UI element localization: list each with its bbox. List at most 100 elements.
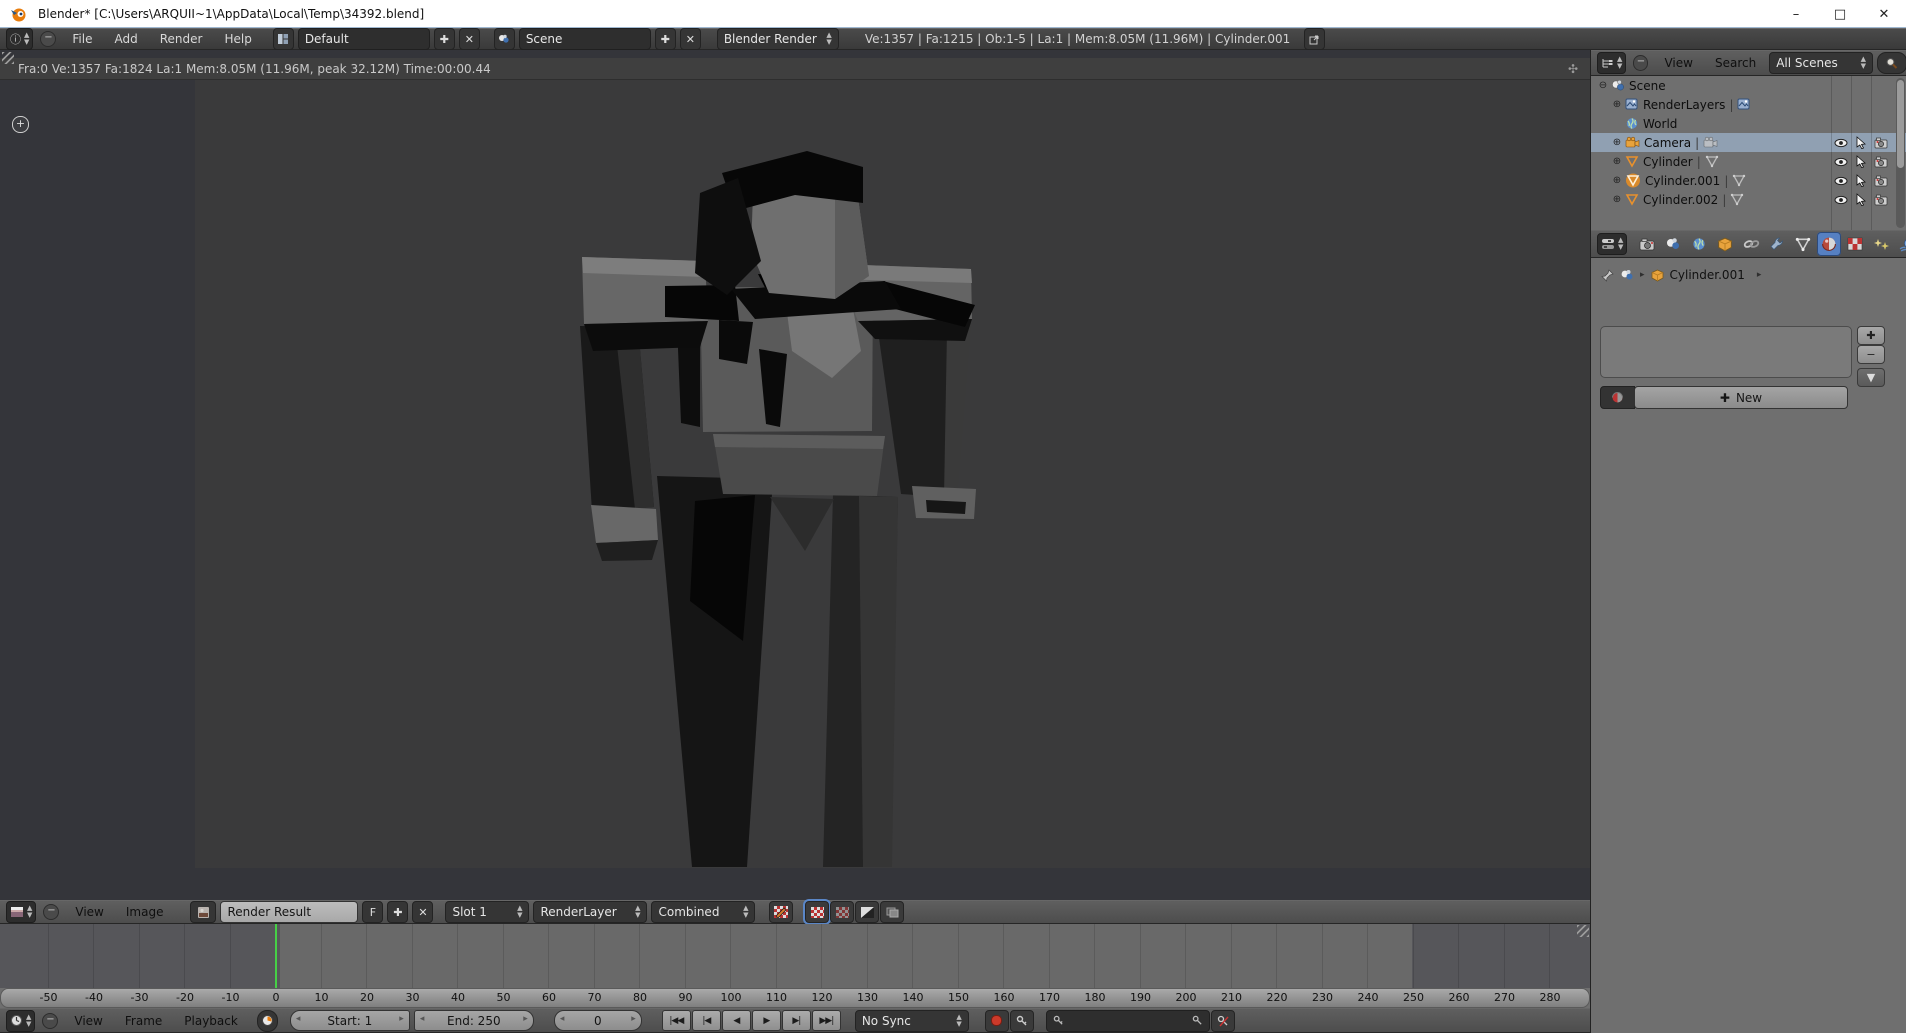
tab-world[interactable] bbox=[1687, 232, 1711, 256]
add-layout-button[interactable]: ✚ bbox=[434, 28, 455, 50]
jump-to-end-button[interactable]: ▶▶| bbox=[812, 1010, 841, 1031]
scene-field[interactable]: Scene bbox=[519, 28, 651, 50]
material-specials-menu-button[interactable]: ▼ bbox=[1857, 368, 1885, 387]
tab-modifiers[interactable] bbox=[1765, 232, 1789, 256]
outliner-row-scene[interactable]: ⊖Scene bbox=[1591, 76, 1906, 95]
pin-icon[interactable] bbox=[1601, 269, 1614, 282]
new-image-button[interactable]: ✚ bbox=[387, 901, 408, 923]
outliner-row-camera[interactable]: ⊕Camera| bbox=[1591, 133, 1906, 152]
camera-restrict-icon[interactable] bbox=[1872, 133, 1890, 152]
close-button[interactable]: ✕ bbox=[1862, 0, 1906, 28]
collapse-menus-button[interactable]: − bbox=[1633, 55, 1648, 71]
outliner-row-cylinder.002[interactable]: ⊕Cylinder.002| bbox=[1591, 190, 1906, 209]
render-pass-select[interactable]: Combined▲▼ bbox=[651, 901, 755, 923]
unlink-image-button[interactable]: ✕ bbox=[412, 901, 433, 923]
add-scene-button[interactable]: ✚ bbox=[655, 28, 676, 50]
camera-restrict-icon[interactable] bbox=[1872, 171, 1890, 190]
next-keyframe-button[interactable]: ▶| bbox=[782, 1010, 811, 1031]
editor-type-image-button[interactable]: ▲▼ bbox=[6, 901, 36, 923]
camera-restrict-icon[interactable] bbox=[1872, 152, 1890, 171]
auto-keyframe-record-icon[interactable] bbox=[985, 1010, 1009, 1032]
image-paint-icon[interactable] bbox=[769, 901, 793, 923]
scenes-filter-select[interactable]: All Scenes▲▼ bbox=[1769, 52, 1873, 74]
expander-icon[interactable]: ⊕ bbox=[1611, 137, 1623, 148]
delete-keyframe-icon[interactable] bbox=[1211, 1010, 1235, 1032]
channels-alpha-icon[interactable] bbox=[855, 901, 879, 923]
cursor-icon[interactable] bbox=[1852, 133, 1870, 152]
timeline-track[interactable] bbox=[0, 924, 1590, 988]
play-reverse-button[interactable]: ◀ bbox=[722, 1010, 751, 1031]
outliner-item-label[interactable]: Cylinder bbox=[1643, 155, 1693, 169]
menu-add[interactable]: Add bbox=[105, 30, 146, 48]
outliner-row-cylinder[interactable]: ⊕Cylinder| bbox=[1591, 152, 1906, 171]
menu-help[interactable]: Help bbox=[215, 30, 260, 48]
scene-icon[interactable] bbox=[494, 28, 515, 50]
current-frame-field[interactable]: ◂0▸ bbox=[554, 1010, 642, 1031]
browse-material-button[interactable] bbox=[1600, 386, 1635, 409]
jump-to-start-button[interactable]: |◀◀ bbox=[662, 1010, 691, 1031]
editor-type-info-button[interactable]: ⓘ ▲▼ bbox=[6, 28, 33, 50]
channels-rgba-icon[interactable] bbox=[805, 901, 829, 923]
eye-icon[interactable] bbox=[1832, 152, 1850, 171]
timeline-playhead[interactable] bbox=[275, 924, 277, 988]
material-slot-list[interactable] bbox=[1600, 326, 1852, 378]
timeline-ruler[interactable]: -50-40-30-20-100102030405060708090100110… bbox=[0, 988, 1590, 1008]
collapse-menus-button[interactable]: − bbox=[43, 904, 59, 920]
outliner-row-cylinder.001[interactable]: ⊕Cylinder.001| bbox=[1591, 171, 1906, 190]
channels-zdepth-icon[interactable] bbox=[880, 901, 904, 923]
play-button[interactable]: ▶ bbox=[752, 1010, 781, 1031]
header-expand-icon[interactable]: ✣ bbox=[1568, 62, 1578, 76]
tab-material[interactable] bbox=[1817, 232, 1841, 256]
scene-icon[interactable] bbox=[1620, 269, 1634, 281]
menu-render[interactable]: Render bbox=[151, 30, 212, 48]
menu-search[interactable]: Search bbox=[1706, 54, 1765, 72]
keying-icon[interactable] bbox=[1010, 1010, 1034, 1032]
window-duplicate-icon[interactable] bbox=[1304, 28, 1325, 50]
editor-type-outliner-button[interactable]: ▲▼ bbox=[1597, 52, 1626, 74]
menu-view[interactable]: View bbox=[1655, 54, 1701, 72]
add-material-slot-button[interactable]: ✚ bbox=[1857, 326, 1885, 345]
menu-image[interactable]: Image bbox=[117, 903, 173, 921]
image-name-field[interactable]: Render Result bbox=[220, 901, 358, 923]
outliner-scrollbar[interactable] bbox=[1896, 78, 1905, 228]
render-layer-select[interactable]: RenderLayer▲▼ bbox=[533, 901, 647, 923]
expander-icon[interactable]: ⊕ bbox=[1611, 156, 1623, 167]
outliner-item-label[interactable]: Cylinder.001 bbox=[1645, 174, 1720, 188]
tab-constraints[interactable] bbox=[1739, 232, 1763, 256]
screen-layout-icon[interactable] bbox=[273, 28, 294, 50]
sync-mode-select[interactable]: No Sync▲▼ bbox=[855, 1010, 969, 1032]
tab-data[interactable] bbox=[1791, 232, 1815, 256]
tab-object[interactable] bbox=[1713, 232, 1737, 256]
tab-particles[interactable] bbox=[1869, 232, 1893, 256]
expander-icon[interactable]: ⊕ bbox=[1611, 194, 1623, 205]
menu-file[interactable]: File bbox=[63, 30, 101, 48]
channels-rgb-icon[interactable] bbox=[830, 901, 854, 923]
image-browse-icon[interactable] bbox=[190, 901, 216, 923]
use-preview-range-icon[interactable] bbox=[257, 1010, 278, 1032]
eye-icon[interactable] bbox=[1832, 190, 1850, 209]
collapse-menus-button[interactable]: − bbox=[42, 1013, 58, 1029]
camera-restrict-icon[interactable] bbox=[1872, 190, 1890, 209]
area-corner-grip[interactable] bbox=[2, 52, 14, 64]
maximize-button[interactable]: □ bbox=[1818, 0, 1862, 28]
frame-end-field[interactable]: ◂End: 250▸ bbox=[414, 1010, 534, 1031]
delete-scene-button[interactable]: ✕ bbox=[680, 28, 701, 50]
expander-icon[interactable]: ⊖ bbox=[1597, 80, 1609, 91]
menu-view[interactable]: View bbox=[65, 1012, 111, 1030]
object-cube-icon[interactable] bbox=[1651, 269, 1664, 282]
cursor-icon[interactable] bbox=[1852, 190, 1870, 209]
search-icon[interactable] bbox=[1877, 52, 1906, 74]
new-material-button[interactable]: ✚ New bbox=[1634, 386, 1848, 409]
area-corner-grip[interactable] bbox=[1577, 925, 1589, 937]
tab-scene[interactable] bbox=[1661, 232, 1685, 256]
toolshelf-expand-icon[interactable]: + bbox=[12, 116, 29, 133]
breadcrumb-arrow-icon[interactable]: ▸ bbox=[1757, 270, 1762, 280]
outliner-item-label[interactable]: RenderLayers bbox=[1643, 98, 1725, 112]
menu-view[interactable]: View bbox=[66, 903, 112, 921]
cursor-icon[interactable] bbox=[1852, 152, 1870, 171]
collapse-menus-button[interactable]: − bbox=[40, 31, 56, 47]
tab-texture[interactable] bbox=[1843, 232, 1867, 256]
frame-start-field[interactable]: ◂Start: 1▸ bbox=[290, 1010, 410, 1031]
eye-icon[interactable] bbox=[1832, 133, 1850, 152]
tab-physics[interactable] bbox=[1895, 232, 1906, 256]
